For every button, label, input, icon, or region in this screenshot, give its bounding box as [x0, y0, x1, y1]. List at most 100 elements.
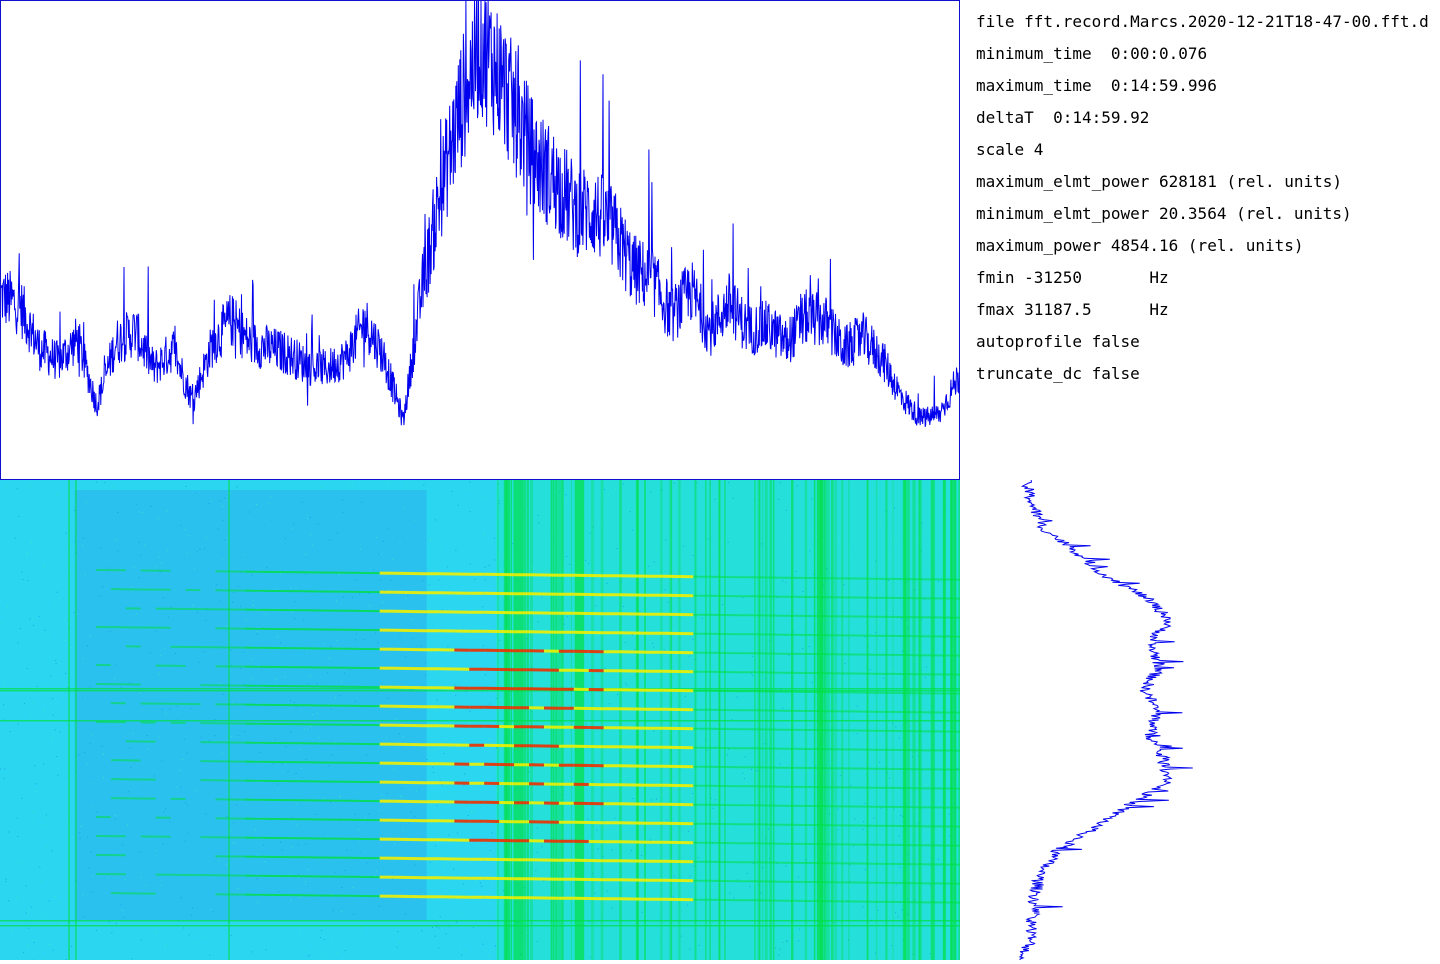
- noise-speck: [139, 577, 140, 578]
- noise-speck: [899, 542, 900, 543]
- noise-speck: [339, 796, 340, 797]
- noise-speck: [42, 826, 43, 827]
- noise-speck: [379, 906, 380, 907]
- noise-speck: [633, 798, 634, 799]
- noise-speck: [864, 637, 865, 638]
- noise-speck: [857, 706, 858, 707]
- noise-speck: [569, 703, 570, 704]
- noise-speck: [683, 485, 684, 486]
- info-fmin: fmin -31250 Hz: [976, 266, 1440, 298]
- noise-speck: [853, 846, 854, 847]
- noise-speck: [141, 877, 142, 878]
- noise-speck: [165, 945, 166, 946]
- noise-speck: [870, 669, 871, 670]
- noise-speck: [129, 748, 130, 749]
- noise-speck: [783, 758, 784, 759]
- noise-speck: [315, 483, 316, 484]
- noise-speck: [402, 829, 403, 830]
- noise-speck: [674, 904, 675, 905]
- noise-speck: [745, 783, 746, 784]
- noise-speck: [894, 538, 895, 539]
- noise-speck: [632, 634, 633, 635]
- noise-speck: [948, 923, 949, 924]
- noise-speck: [263, 845, 264, 846]
- noise-speck: [784, 540, 785, 541]
- noise-speck: [317, 713, 318, 714]
- noise-speck: [895, 726, 896, 727]
- noise-speck: [466, 490, 467, 491]
- noise-speck: [192, 907, 193, 908]
- noise-speck: [873, 572, 874, 573]
- noise-speck: [28, 910, 29, 911]
- noise-speck: [150, 652, 151, 653]
- noise-speck: [305, 843, 306, 844]
- noise-speck: [698, 945, 699, 946]
- noise-speck: [277, 637, 278, 638]
- noise-speck: [185, 802, 186, 803]
- noise-speck: [761, 893, 762, 894]
- noise-speck: [797, 485, 798, 486]
- noise-speck: [795, 656, 796, 657]
- noise-speck: [707, 808, 708, 809]
- noise-speck: [359, 829, 360, 830]
- noise-speck: [693, 639, 694, 640]
- noise-speck: [499, 640, 500, 641]
- noise-speck: [194, 568, 195, 569]
- noise-speck: [630, 912, 631, 913]
- noise-speck: [786, 510, 787, 511]
- noise-speck: [236, 487, 237, 488]
- noise-speck: [439, 947, 440, 948]
- noise-speck: [470, 482, 471, 483]
- noise-speck: [21, 680, 22, 681]
- noise-speck: [32, 619, 33, 620]
- noise-speck: [302, 502, 303, 503]
- noise-speck: [174, 590, 175, 591]
- noise-speck: [364, 639, 365, 640]
- noise-speck: [687, 905, 688, 906]
- noise-speck: [895, 912, 896, 913]
- noise-speck: [182, 759, 183, 760]
- noise-speck: [205, 620, 206, 621]
- noise-speck: [711, 726, 712, 727]
- noise-speck: [455, 550, 456, 551]
- noise-speck: [218, 528, 219, 529]
- noise-speck: [177, 787, 178, 788]
- noise-speck: [89, 686, 90, 687]
- noise-speck: [853, 484, 854, 485]
- noise-speck: [541, 846, 542, 847]
- noise-speck: [91, 807, 92, 808]
- noise-speck: [798, 936, 799, 937]
- noise-speck: [405, 656, 406, 657]
- noise-speck: [723, 820, 724, 821]
- noise-speck: [665, 540, 666, 541]
- noise-speck: [293, 524, 294, 525]
- noise-speck: [136, 504, 137, 505]
- noise-speck: [282, 763, 283, 764]
- noise-speck: [332, 754, 333, 755]
- noise-speck: [448, 835, 449, 836]
- noise-speck: [41, 881, 42, 882]
- noise-speck: [103, 777, 104, 778]
- noise-speck: [187, 805, 188, 806]
- noise-speck: [423, 485, 424, 486]
- noise-speck: [352, 485, 353, 486]
- noise-speck: [81, 826, 82, 827]
- noise-speck: [231, 736, 232, 737]
- noise-speck: [96, 482, 97, 483]
- noise-speck: [298, 844, 299, 845]
- noise-speck: [639, 484, 640, 485]
- noise-speck: [292, 612, 293, 613]
- noise-speck: [888, 671, 889, 672]
- noise-speck: [811, 499, 812, 500]
- noise-speck: [699, 912, 700, 913]
- noise-speck: [56, 493, 57, 494]
- noise-speck: [648, 566, 649, 567]
- noise-speck: [728, 482, 729, 483]
- noise-speck: [90, 635, 91, 636]
- noise-speck: [698, 857, 699, 858]
- noise-speck: [388, 698, 389, 699]
- noise-speck: [717, 659, 718, 660]
- noise-speck: [130, 767, 131, 768]
- noise-speck: [224, 540, 225, 541]
- noise-speck: [454, 685, 455, 686]
